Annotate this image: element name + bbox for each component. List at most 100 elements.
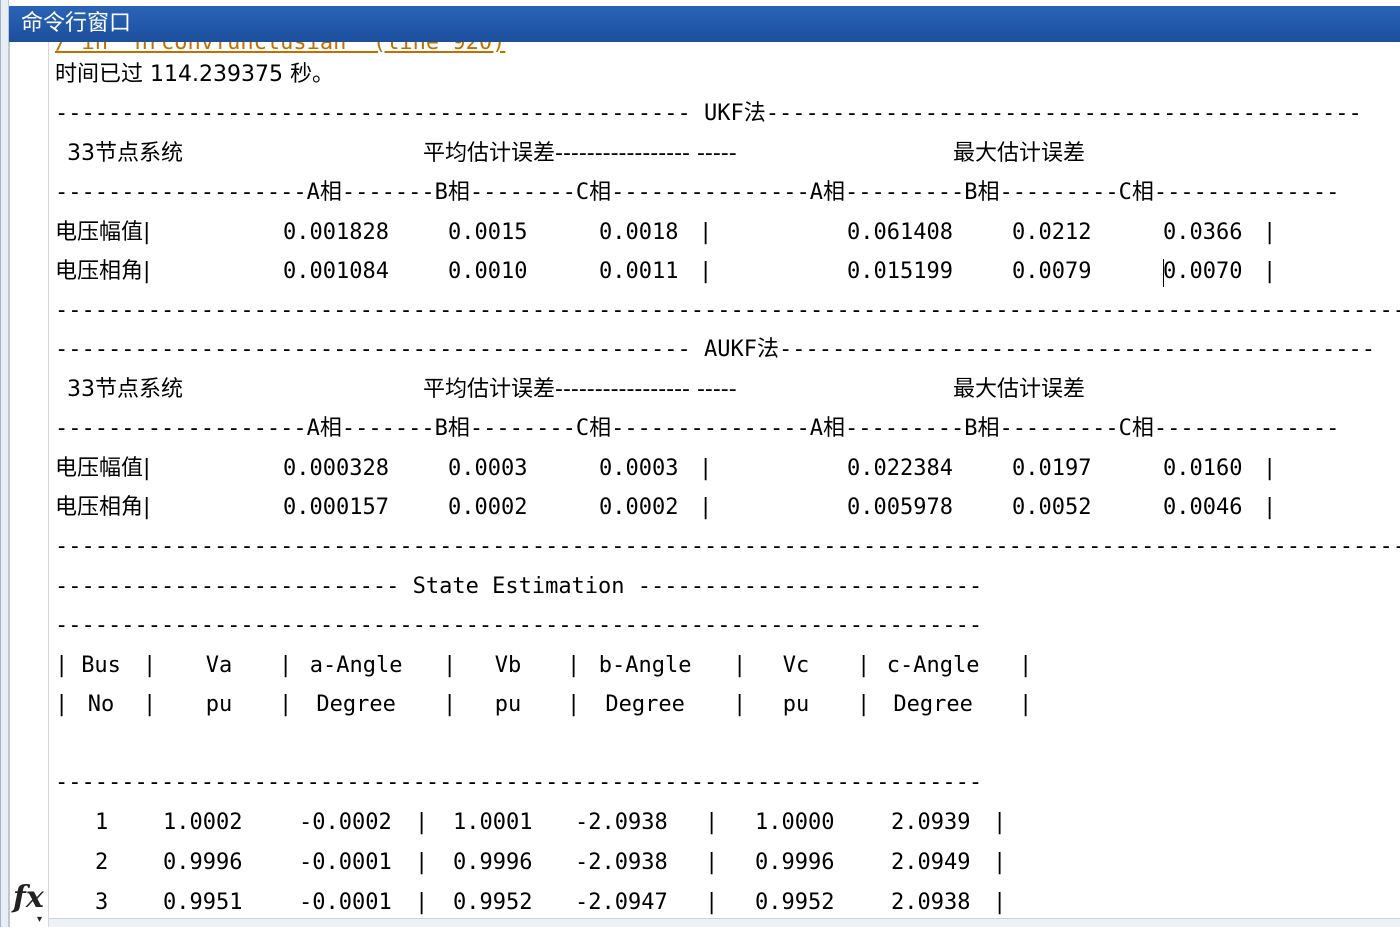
column-divider: | [279, 653, 293, 678]
divider: | [699, 259, 713, 284]
ukf-header-line: ----------------------------------------… [55, 101, 1362, 126]
row-label: 电压相角| [55, 495, 151, 520]
cell: 0.0003 [599, 456, 679, 481]
column-unit: Degree [893, 692, 973, 717]
cell: 0.061408 [847, 220, 953, 245]
table-cell: 1 [95, 810, 109, 835]
ukf-phase-line: -------------------A相-------B相--------C相… [55, 180, 1340, 205]
column-divider: | [1019, 653, 1033, 678]
command-window: 命令行窗口 fx ▾ / in nrconvfunctusian (line 92… [0, 0, 1400, 927]
cell: 0.015199 [847, 259, 953, 284]
column-divider: | [279, 692, 293, 717]
ukf-end-line: ----------------------------------------… [55, 298, 1400, 323]
column-unit: pu [782, 692, 810, 717]
input-bar[interactable] [49, 918, 1400, 927]
table-cell: 3 [95, 890, 109, 915]
column-header: Vc [782, 653, 810, 678]
state-header-line: -------------------------- State Estimat… [55, 574, 983, 599]
column-divider: | [55, 692, 69, 717]
state-rule-line-2: ----------------------------------------… [55, 770, 983, 795]
clipped-error-line[interactable]: / in nrconvfunctusian (line 920) [55, 42, 505, 58]
aukf-max-label: 最大估计误差 [953, 377, 1086, 402]
aukf-header-line: ----------------------------------------… [55, 337, 1376, 362]
table-cell: 2.0939 [891, 810, 971, 835]
column-divider: | [857, 653, 871, 678]
column-divider: | [415, 850, 429, 875]
table-cell: -0.0001 [299, 850, 392, 875]
cell: 0.0079 [1012, 259, 1092, 284]
left-dock-strip [1, 0, 9, 927]
elapsed-time: 时间已过 114.239375 秒。 [55, 62, 334, 87]
column-divider: | [443, 653, 457, 678]
divider: | [699, 220, 713, 245]
table-cell: -2.0938 [575, 850, 668, 875]
cell: 0.005978 [847, 495, 953, 520]
table-cell: -0.0002 [299, 810, 392, 835]
ukf-max-label: 最大估计误差 [953, 141, 1086, 166]
ukf-avg-label: 平均估计误差----------------- ----- [423, 141, 737, 166]
command-output[interactable]: / in nrconvfunctusian (line 920) 时间已过 11… [51, 42, 1400, 918]
row-label: 电压幅值| [55, 456, 151, 481]
cell: 0.000328 [283, 456, 389, 481]
table-cell: 1.0000 [755, 810, 835, 835]
aukf-end-line: ----------------------------------------… [55, 534, 1400, 559]
column-divider: | [567, 653, 581, 678]
cell: 0.0070 [1163, 259, 1243, 284]
aukf-system-label: 33节点系统 [67, 377, 183, 402]
aukf-phase-line: -------------------A相-------B相--------C相… [55, 416, 1340, 441]
column-divider: | [993, 890, 1007, 915]
prompt-gutter [9, 42, 49, 927]
divider: | [699, 456, 713, 481]
fx-prompt-icon[interactable]: fx ▾ [13, 878, 49, 925]
window-title: 命令行窗口 [21, 11, 132, 36]
table-cell: 2.0949 [891, 850, 971, 875]
column-divider: | [857, 692, 871, 717]
cell: 0.0011 [599, 259, 679, 284]
cell: 0.0002 [599, 495, 679, 520]
column-header: c-Angle [886, 653, 980, 678]
title-bar[interactable]: 命令行窗口 [9, 6, 1400, 42]
cell: 0.0046 [1163, 495, 1243, 520]
cell: 0.0018 [599, 220, 679, 245]
column-header: a-Angle [309, 653, 403, 678]
table-cell: 0.9951 [163, 890, 243, 915]
table-cell: 1.0002 [163, 810, 243, 835]
table-cell: -2.0947 [575, 890, 668, 915]
table-cell: 0.9996 [163, 850, 243, 875]
column-divider: | [733, 653, 747, 678]
cell: 0.0366 [1163, 220, 1243, 245]
divider: | [1263, 220, 1277, 245]
divider: | [699, 495, 713, 520]
column-divider: | [143, 653, 157, 678]
column-unit: Degree [316, 692, 396, 717]
cell: 0.0010 [448, 259, 528, 284]
divider: | [1263, 495, 1277, 520]
table-cell: 0.9996 [453, 850, 533, 875]
table-cell: -0.0001 [299, 890, 392, 915]
divider: | [1263, 259, 1277, 284]
row-label: 电压相角| [55, 259, 151, 284]
table-cell: 1.0001 [453, 810, 533, 835]
table-cell: 2 [95, 850, 109, 875]
cell: 0.000157 [283, 495, 389, 520]
cell: 0.0197 [1012, 456, 1092, 481]
aukf-avg-label: 平均估计误差----------------- ----- [423, 377, 737, 402]
cell: 0.0212 [1012, 220, 1092, 245]
column-header: Bus [81, 653, 121, 678]
row-label: 电压幅值| [55, 220, 151, 245]
divider: | [1263, 456, 1277, 481]
column-header: b-Angle [598, 653, 692, 678]
column-divider: | [733, 692, 747, 717]
column-divider: | [1019, 692, 1033, 717]
cell: 0.0015 [448, 220, 528, 245]
cell: 0.022384 [847, 456, 953, 481]
column-unit: Degree [605, 692, 685, 717]
column-divider: | [443, 692, 457, 717]
cell: 0.0160 [1163, 456, 1243, 481]
column-unit: pu [494, 692, 522, 717]
cell: 0.0003 [448, 456, 528, 481]
table-cell: -2.0938 [575, 810, 668, 835]
column-unit: pu [205, 692, 233, 717]
column-divider: | [415, 890, 429, 915]
column-divider: | [993, 810, 1007, 835]
